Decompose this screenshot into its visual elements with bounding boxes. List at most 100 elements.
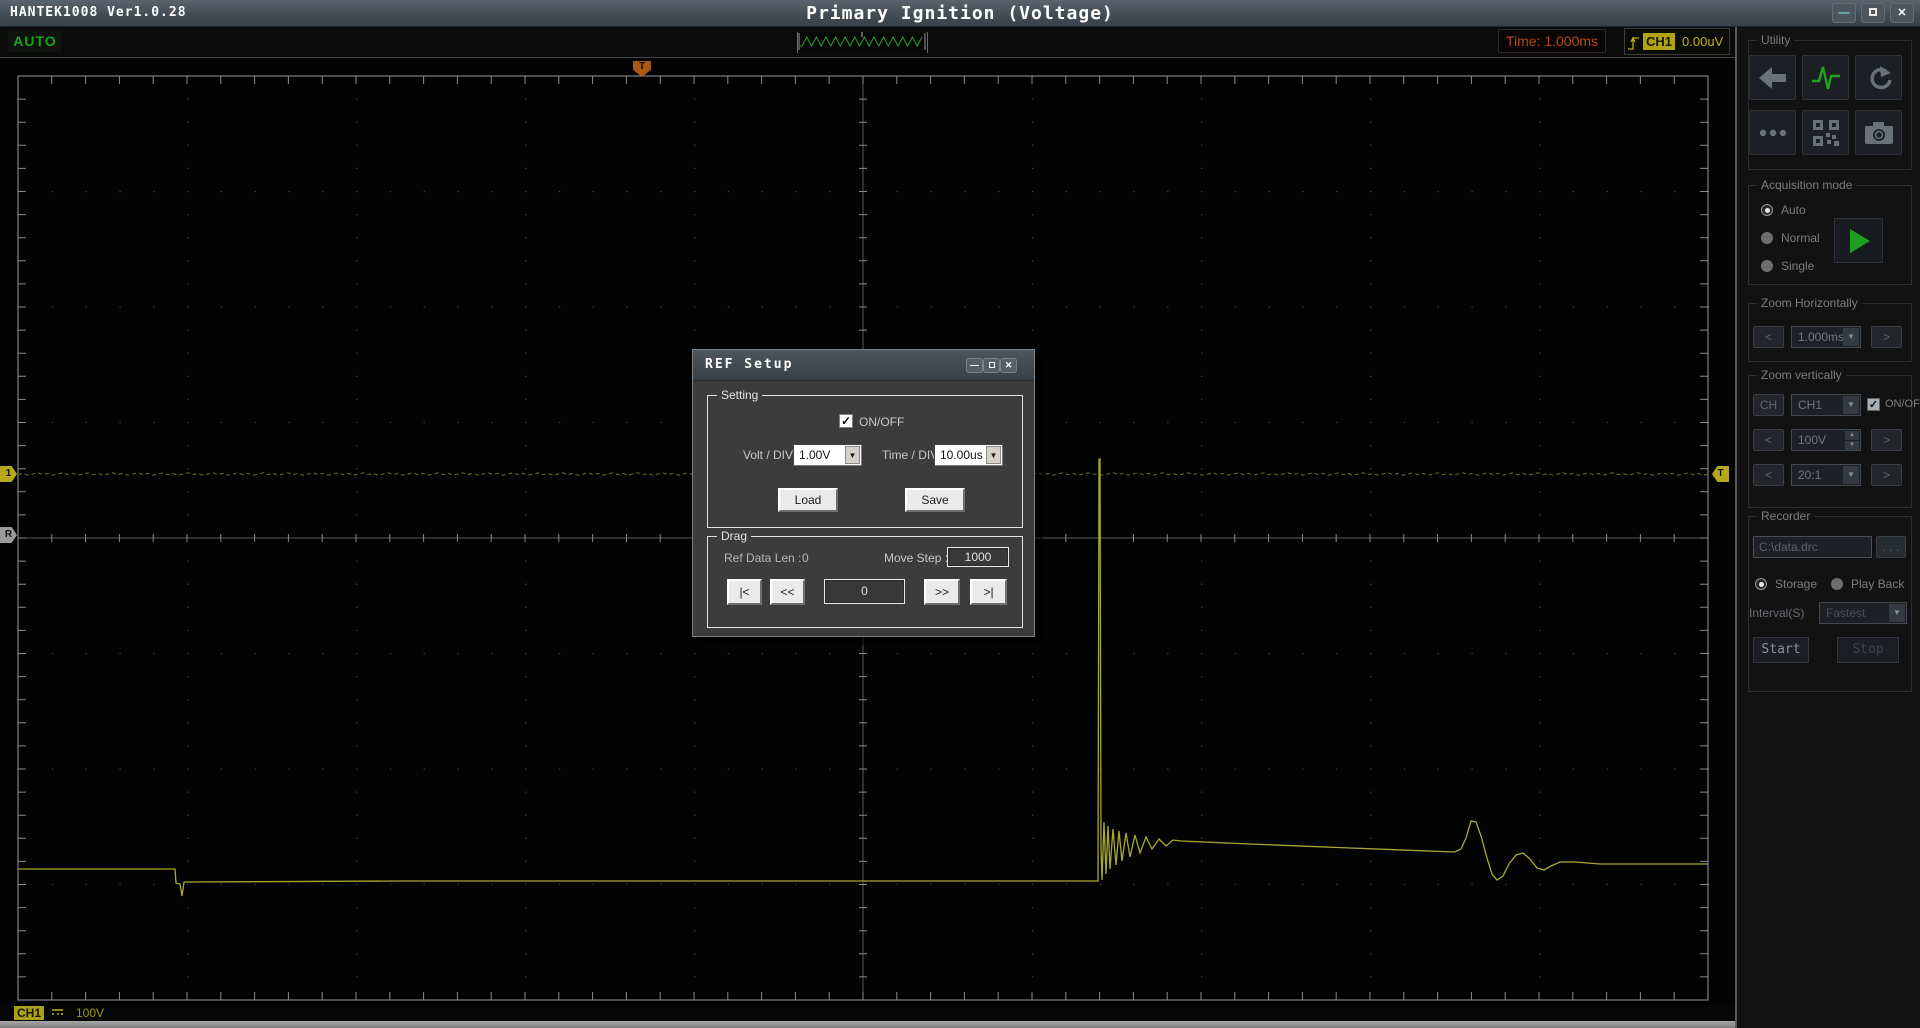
- dialog-close-button[interactable]: ✕: [1000, 358, 1017, 373]
- chevron-down-icon[interactable]: ▼: [986, 446, 1001, 464]
- record-stop-button[interactable]: Stop: [1837, 637, 1899, 663]
- position-display[interactable]: 0: [824, 579, 905, 604]
- qr-code-icon: [1812, 119, 1840, 147]
- spinner-icon[interactable]: ▲▼: [1845, 431, 1859, 449]
- channel-select-dropdown[interactable]: CH1 ▼: [1791, 394, 1861, 416]
- close-icon: ✕: [1005, 360, 1013, 370]
- radio-playback[interactable]: Play Back: [1831, 575, 1904, 593]
- channel1-volts-div: 100V: [76, 1006, 104, 1020]
- time-div-dropdown[interactable]: 10.00us ▼: [934, 444, 1003, 466]
- back-arrow-icon: [1758, 65, 1788, 91]
- save-button[interactable]: Save: [905, 488, 965, 512]
- record-path-input[interactable]: C:\data.drc: [1753, 536, 1872, 558]
- control-sidebar: Utility Acquisitio: [1735, 27, 1920, 1028]
- go-last-button[interactable]: >|: [970, 579, 1007, 605]
- chevron-down-icon[interactable]: ▼: [1843, 466, 1859, 484]
- chevron-down-icon[interactable]: ▼: [845, 446, 860, 464]
- drag-label: Drag: [717, 529, 751, 543]
- radio-normal-icon: [1761, 232, 1773, 244]
- radio-auto[interactable]: Auto: [1761, 201, 1806, 219]
- radio-storage-icon: [1755, 578, 1767, 590]
- trigger-readout: CH1 0.00uV: [1624, 28, 1730, 55]
- recorder-label: Recorder: [1757, 509, 1814, 523]
- waveform-button[interactable]: [1802, 55, 1849, 100]
- interval-label: Interval(S): [1749, 606, 1804, 620]
- probe-prev-button[interactable]: <: [1753, 464, 1784, 486]
- setting-label: Setting: [717, 388, 762, 402]
- timebase-dropdown[interactable]: 1.000ms ▼: [1791, 326, 1861, 348]
- acquisition-status: AUTO: [8, 30, 62, 52]
- close-button[interactable]: ✕: [1890, 3, 1914, 23]
- trigger-channel-badge: CH1: [1643, 33, 1675, 50]
- move-step-input[interactable]: 1000: [947, 547, 1009, 567]
- chevron-down-icon[interactable]: ▼: [1843, 328, 1859, 346]
- title-bar: HANTEK1008 Ver1.0.28 Primary Ignition (V…: [0, 0, 1920, 27]
- ref-onoff-label: ON/OFF: [859, 415, 904, 429]
- waveform-pulse-icon: [1811, 64, 1841, 92]
- back-button[interactable]: [1749, 55, 1796, 100]
- volts-div-field[interactable]: 100V ▲▼: [1791, 429, 1861, 451]
- load-button[interactable]: Load: [778, 488, 838, 512]
- go-first-button[interactable]: |<: [727, 579, 762, 605]
- ref-onoff-checkbox[interactable]: ✓: [839, 414, 853, 428]
- radio-storage[interactable]: Storage: [1755, 575, 1817, 593]
- qr-code-button[interactable]: [1802, 110, 1849, 155]
- dialog-title-bar[interactable]: REF Setup — ✕: [693, 350, 1034, 381]
- move-step-label: Move Step :: [884, 551, 948, 565]
- time-div-label: Time / DIV: [882, 448, 938, 462]
- probe-ratio-dropdown[interactable]: 20:1 ▼: [1791, 464, 1861, 486]
- step-back-button[interactable]: <<: [770, 579, 805, 605]
- ref-setup-dialog: REF Setup — ✕ Setting ✓ ON/OFF Volt / DI…: [692, 349, 1035, 637]
- more-button[interactable]: [1749, 110, 1796, 155]
- minimize-icon: —: [1839, 7, 1850, 19]
- ref-data-len-value: 0: [802, 551, 809, 565]
- preview-waveform-icon: [798, 32, 927, 51]
- waveform-preview[interactable]: [797, 32, 928, 53]
- probe-next-button[interactable]: >: [1871, 464, 1902, 486]
- run-button[interactable]: [1834, 218, 1883, 263]
- ch-button[interactable]: CH: [1753, 394, 1784, 416]
- dc-coupling-icon: [52, 1009, 63, 1017]
- channel1-badge[interactable]: CH1: [14, 1006, 44, 1020]
- timebase-next-button[interactable]: >: [1871, 326, 1902, 348]
- timebase-prev-button[interactable]: <: [1753, 326, 1784, 348]
- channel-onoff-label: ON/OFF: [1885, 398, 1920, 410]
- more-dots-icon: [1758, 127, 1788, 139]
- maximize-icon: [989, 362, 995, 368]
- dialog-minimize-button[interactable]: —: [966, 358, 983, 373]
- radio-single[interactable]: Single: [1761, 257, 1814, 275]
- interval-dropdown[interactable]: Fastest ▼: [1819, 602, 1907, 624]
- maximize-button[interactable]: [1861, 3, 1885, 23]
- chevron-down-icon[interactable]: ▼: [1889, 604, 1905, 622]
- trigger-level-value: 0.00uV: [1682, 34, 1723, 49]
- channel-onoff-checkbox[interactable]: ✓: [1867, 398, 1880, 411]
- radio-auto-icon: [1761, 204, 1773, 216]
- volts-prev-button[interactable]: <: [1753, 429, 1784, 451]
- volts-next-button[interactable]: >: [1871, 429, 1902, 451]
- rising-edge-icon: [1627, 34, 1641, 52]
- volt-div-label: Volt / DIV: [743, 448, 793, 462]
- drag-group: Drag Ref Data Len : 0 Move Step : 1000 |…: [707, 536, 1023, 628]
- dialog-title: REF Setup: [705, 357, 793, 372]
- dialog-maximize-button[interactable]: [983, 358, 1000, 373]
- record-start-button[interactable]: Start: [1753, 637, 1809, 663]
- browse-button[interactable]: . . .: [1876, 536, 1906, 558]
- channel-bar: CH1 100V: [0, 1005, 1920, 1021]
- reset-rotate-icon: [1865, 65, 1893, 91]
- chevron-down-icon[interactable]: ▼: [1843, 396, 1859, 414]
- status-bar: AUTO Time: 1.000ms CH1 0.00uV: [0, 27, 1735, 58]
- document-title: Primary Ignition (Voltage): [0, 3, 1920, 24]
- timebase-readout: Time: 1.000ms: [1498, 29, 1606, 53]
- minimize-button[interactable]: —: [1832, 3, 1856, 23]
- maximize-icon: [1869, 8, 1877, 16]
- volt-div-dropdown[interactable]: 1.00V ▼: [793, 444, 862, 466]
- acquisition-group: Acquisition mode Auto Normal Single: [1748, 185, 1912, 285]
- screenshot-button[interactable]: [1855, 110, 1902, 155]
- zoom-vertical-label: Zoom vertically: [1757, 368, 1846, 382]
- camera-icon: [1864, 121, 1894, 145]
- radio-normal[interactable]: Normal: [1761, 229, 1820, 247]
- step-forward-button[interactable]: >>: [924, 579, 960, 605]
- radio-single-icon: [1761, 260, 1773, 272]
- reset-button[interactable]: [1855, 55, 1902, 100]
- window-bottom-edge: [0, 1021, 1920, 1028]
